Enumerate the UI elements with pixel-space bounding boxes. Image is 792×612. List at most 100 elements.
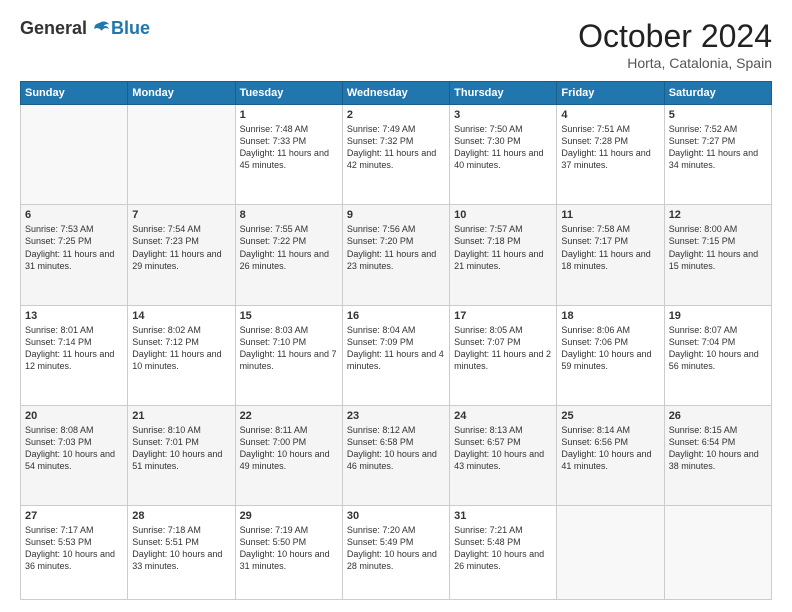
day-number: 13 [25,310,123,322]
table-row: 21 Sunrise: 8:10 AMSunset: 7:01 PMDayligh… [128,405,235,505]
col-friday: Friday [557,82,664,105]
day-info: Sunrise: 7:51 AMSunset: 7:28 PMDaylight:… [561,123,659,172]
table-row: 27 Sunrise: 7:17 AMSunset: 5:53 PMDayligh… [21,506,128,600]
day-number: 28 [132,510,230,522]
day-number: 12 [669,209,767,221]
day-number: 18 [561,310,659,322]
logo-blue: Blue [111,18,150,39]
header: General Blue October 2024 Horta, Catalon… [20,18,772,71]
table-row: 10Sunrise: 7:57 AMSunset: 7:18 PMDayligh… [450,205,557,305]
day-info: Sunrise: 7:20 AMSunset: 5:49 PMDaylight:… [347,524,445,573]
table-row [21,105,128,205]
day-number: 24 [454,410,552,422]
table-row: 17 Sunrise: 8:05 AMSunset: 7:07 PMDayligh… [450,305,557,405]
table-row: 2 Sunrise: 7:49 AMSunset: 7:32 PMDaylight… [342,105,449,205]
day-info: Sunrise: 8:12 AMSunset: 6:58 PMDaylight:… [347,424,445,473]
logo-general: General [20,18,87,39]
col-thursday: Thursday [450,82,557,105]
table-row: 25Sunrise: 8:14 AMSunset: 6:56 PMDayligh… [557,405,664,505]
day-number: 2 [347,109,445,121]
location: Horta, Catalonia, Spain [578,55,772,71]
day-number: 31 [454,510,552,522]
table-row [664,506,771,600]
day-info: Sunrise: 8:10 AMSunset: 7:01 PMDaylight:… [132,424,230,473]
table-row: 28 Sunrise: 7:18 AMSunset: 5:51 PMDayligh… [128,506,235,600]
day-info: Sunrise: 7:19 AMSunset: 5:50 PMDaylight:… [240,524,338,573]
table-row: 29 Sunrise: 7:19 AMSunset: 5:50 PMDayligh… [235,506,342,600]
table-row: 3Sunrise: 7:50 AMSunset: 7:30 PMDaylight… [450,105,557,205]
day-number: 5 [669,109,767,121]
col-sunday: Sunday [21,82,128,105]
day-number: 22 [240,410,338,422]
day-number: 8 [240,209,338,221]
day-info: Sunrise: 8:02 AMSunset: 7:12 PMDaylight:… [132,324,230,373]
table-row: 5 Sunrise: 7:52 AMSunset: 7:27 PMDaylight… [664,105,771,205]
day-number: 27 [25,510,123,522]
table-row [557,506,664,600]
table-row: 22 Sunrise: 8:11 AMSunset: 7:00 PMDayligh… [235,405,342,505]
day-number: 14 [132,310,230,322]
table-row: 24 Sunrise: 8:13 AMSunset: 6:57 PMDayligh… [450,405,557,505]
table-row: 13 Sunrise: 8:01 AMSunset: 7:14 PMDayligh… [21,305,128,405]
day-info: Sunrise: 7:18 AMSunset: 5:51 PMDaylight:… [132,524,230,573]
day-number: 26 [669,410,767,422]
table-row: 4 Sunrise: 7:51 AMSunset: 7:28 PMDaylight… [557,105,664,205]
table-row: 26 Sunrise: 8:15 AMSunset: 6:54 PMDayligh… [664,405,771,505]
day-number: 21 [132,410,230,422]
day-info: Sunrise: 8:05 AMSunset: 7:07 PMDaylight:… [454,324,552,373]
day-info: Sunrise: 8:15 AMSunset: 6:54 PMDaylight:… [669,424,767,473]
table-row: 14 Sunrise: 8:02 AMSunset: 7:12 PMDayligh… [128,305,235,405]
table-row: 7Sunrise: 7:54 AMSunset: 7:23 PMDaylight… [128,205,235,305]
table-row: 9 Sunrise: 7:56 AMSunset: 7:20 PMDaylight… [342,205,449,305]
day-number: 3 [454,109,552,121]
day-info: Sunrise: 8:07 AMSunset: 7:04 PMDaylight:… [669,324,767,373]
day-info: Sunrise: 7:54 AMSunset: 7:23 PMDaylight:… [132,223,230,272]
table-row: 31 Sunrise: 7:21 AMSunset: 5:48 PMDayligh… [450,506,557,600]
month-title: October 2024 [578,18,772,55]
calendar-week-row: 13 Sunrise: 8:01 AMSunset: 7:14 PMDayligh… [21,305,772,405]
title-area: October 2024 Horta, Catalonia, Spain [578,18,772,71]
day-info: Sunrise: 7:49 AMSunset: 7:32 PMDaylight:… [347,123,445,172]
table-row: 16 Sunrise: 8:04 AMSunset: 7:09 PMDayligh… [342,305,449,405]
day-number: 16 [347,310,445,322]
day-info: Sunrise: 8:03 AMSunset: 7:10 PMDaylight:… [240,324,338,373]
day-number: 9 [347,209,445,221]
day-info: Sunrise: 7:52 AMSunset: 7:27 PMDaylight:… [669,123,767,172]
table-row: 18 Sunrise: 8:06 AMSunset: 7:06 PMDayligh… [557,305,664,405]
day-info: Sunrise: 7:56 AMSunset: 7:20 PMDaylight:… [347,223,445,272]
day-number: 6 [25,209,123,221]
day-number: 29 [240,510,338,522]
day-info: Sunrise: 8:06 AMSunset: 7:06 PMDaylight:… [561,324,659,373]
page: General Blue October 2024 Horta, Catalon… [0,0,792,612]
col-wednesday: Wednesday [342,82,449,105]
day-info: Sunrise: 7:17 AMSunset: 5:53 PMDaylight:… [25,524,123,573]
calendar-week-row: 27 Sunrise: 7:17 AMSunset: 5:53 PMDayligh… [21,506,772,600]
day-number: 4 [561,109,659,121]
day-number: 25 [561,410,659,422]
day-info: Sunrise: 8:00 AMSunset: 7:15 PMDaylight:… [669,223,767,272]
calendar-week-row: 1 Sunrise: 7:48 AMSunset: 7:33 PMDaylight… [21,105,772,205]
table-row: 6Sunrise: 7:53 AMSunset: 7:25 PMDaylight… [21,205,128,305]
day-number: 17 [454,310,552,322]
table-row: 19 Sunrise: 8:07 AMSunset: 7:04 PMDayligh… [664,305,771,405]
day-info: Sunrise: 7:21 AMSunset: 5:48 PMDaylight:… [454,524,552,573]
logo-bird-icon [91,20,109,38]
day-number: 30 [347,510,445,522]
col-saturday: Saturday [664,82,771,105]
day-info: Sunrise: 7:48 AMSunset: 7:33 PMDaylight:… [240,123,338,172]
col-tuesday: Tuesday [235,82,342,105]
col-monday: Monday [128,82,235,105]
day-info: Sunrise: 8:11 AMSunset: 7:00 PMDaylight:… [240,424,338,473]
day-info: Sunrise: 8:13 AMSunset: 6:57 PMDaylight:… [454,424,552,473]
table-row: 11Sunrise: 7:58 AMSunset: 7:17 PMDayligh… [557,205,664,305]
table-row: 30 Sunrise: 7:20 AMSunset: 5:49 PMDayligh… [342,506,449,600]
calendar-week-row: 20Sunrise: 8:08 AMSunset: 7:03 PMDayligh… [21,405,772,505]
table-row: 8Sunrise: 7:55 AMSunset: 7:22 PMDaylight… [235,205,342,305]
table-row [128,105,235,205]
day-info: Sunrise: 8:04 AMSunset: 7:09 PMDaylight:… [347,324,445,373]
day-number: 19 [669,310,767,322]
table-row: 1 Sunrise: 7:48 AMSunset: 7:33 PMDaylight… [235,105,342,205]
table-row: 15Sunrise: 8:03 AMSunset: 7:10 PMDayligh… [235,305,342,405]
day-number: 1 [240,109,338,121]
day-info: Sunrise: 8:01 AMSunset: 7:14 PMDaylight:… [25,324,123,373]
